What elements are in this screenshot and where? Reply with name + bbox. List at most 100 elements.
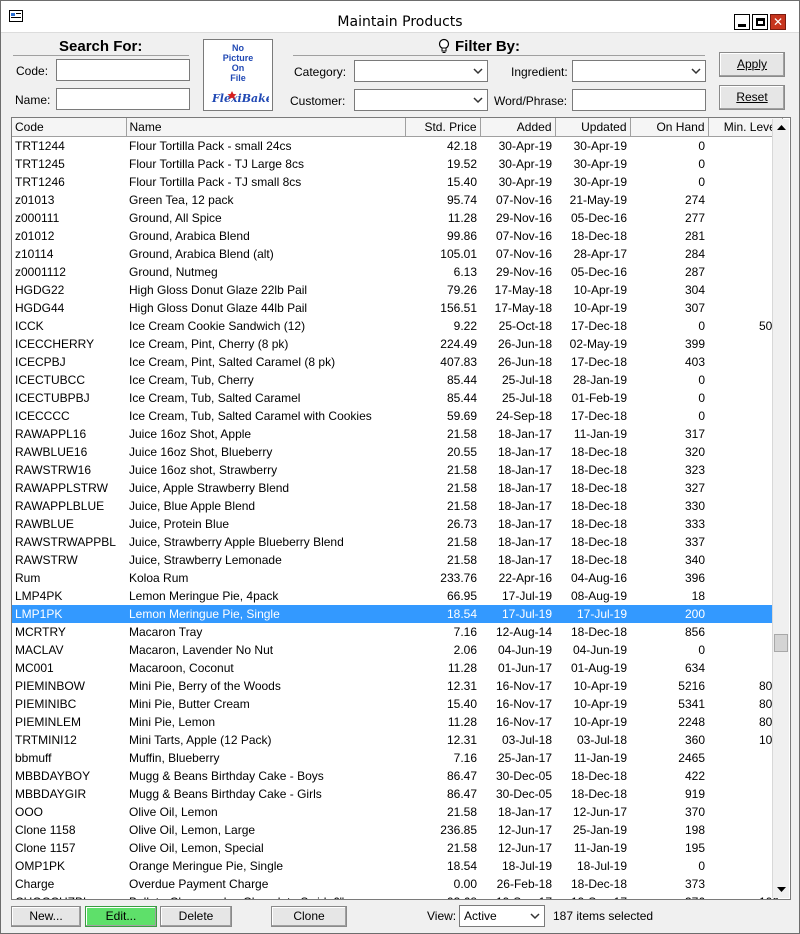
table-row[interactable]: TRTMINI12 Mini Tarts, Apple (12 Pack) 12.3… — [12, 731, 782, 749]
table-row[interactable]: RAWSTRWAPPBL Juice, Strawberry Apple Blue… — [12, 533, 782, 551]
table-cell: 0 — [708, 587, 782, 605]
table-row[interactable]: Rum Koloa Rum 233.76 22-Apr-16 04-Aug-16 3960 — [12, 569, 782, 587]
apply-button[interactable]: Apply — [719, 52, 785, 77]
table-row[interactable]: z0001112 Ground, Nutmeg 6.13 29-Nov-16 05-De… — [12, 263, 782, 281]
table-row[interactable]: OMP1PK Orange Meringue Pie, Single 18.54 18… — [12, 857, 782, 875]
table-row[interactable]: RAWAPPLSTRW Juice, Apple Strawberry Blend… — [12, 479, 782, 497]
delete-button[interactable]: Delete — [160, 906, 232, 927]
table-row[interactable]: ICECPBJ Ice Cream, Pint, Salted Caramel (… — [12, 353, 782, 371]
table-cell: 18-Dec-18 — [570, 498, 627, 513]
table-row[interactable]: ICCK Ice Cream Cookie Sandwich (12) 9.22 25… — [12, 317, 782, 335]
table-row[interactable]: RAWBLUE Juice, Protein Blue 26.73 18-Jan-17… — [12, 515, 782, 533]
table-row[interactable]: OOO Olive Oil, Lemon 21.58 18-Jan-17 12-Jun-… — [12, 803, 782, 821]
new-label: New... — [29, 909, 63, 923]
table-row[interactable]: RAWAPPL16 Juice 16oz Shot, Apple 21.58 18-J… — [12, 425, 782, 443]
table-cell: 18-Jan-17 — [497, 516, 552, 531]
table-cell: 195 — [684, 840, 705, 855]
table-row[interactable]: z10114 Ground, Arabica Blend (alt) 105.01 0… — [12, 245, 782, 263]
table-row[interactable]: MBBDAYBOY Mugg & Beans Birthday Cake - Bo… — [12, 767, 782, 785]
category-select[interactable] — [354, 60, 488, 82]
table-cell: Ground, Nutmeg — [129, 264, 218, 279]
name-input[interactable] — [56, 88, 190, 110]
table-row[interactable]: z01012 Ground, Arabica Blend 99.86 07-Nov-1… — [12, 227, 782, 245]
scroll-thumb[interactable] — [774, 634, 788, 652]
view-select[interactable]: Active — [459, 905, 545, 927]
table-row[interactable]: MC001 Macaroon, Coconut 11.28 01-Jun-17 01-A… — [12, 659, 782, 677]
table-row[interactable]: bbmuff Muffin, Blueberry 7.16 25-Jan-17 11-J… — [12, 749, 782, 767]
maximize-button[interactable] — [752, 14, 768, 30]
table-cell: Macaron, Lavender No Nut — [129, 642, 274, 657]
table-cell: 79.26 — [446, 282, 477, 297]
table-row[interactable]: Clone 1158 Olive Oil, Lemon, Large 236.85 1… — [12, 821, 782, 839]
table-cell: 233.76 — [440, 570, 477, 585]
table-cell: Mini Tarts, Apple (12 Pack) — [129, 732, 272, 747]
column-header[interactable]: Name — [126, 118, 406, 137]
product-picture[interactable]: No Picture On File FlexiBake — [203, 39, 273, 111]
code-input[interactable] — [56, 59, 190, 81]
table-row[interactable]: PIEMINIBC Mini Pie, Butter Cream 15.40 16-N… — [12, 695, 782, 713]
scroll-down-icon[interactable] — [773, 881, 790, 898]
search-divider — [13, 55, 189, 56]
new-button[interactable]: New... — [11, 906, 81, 927]
customer-select[interactable] — [354, 89, 488, 111]
table-cell: 15.40 — [446, 696, 477, 711]
table-cell: 7.16 — [453, 750, 477, 765]
table-cell: 403 — [684, 354, 705, 369]
table-row[interactable]: Clone 1157 Olive Oil, Lemon, Special 21.58… — [12, 839, 782, 857]
table-cell: 0 — [708, 407, 782, 425]
table-row[interactable]: ICECTUBCC Ice Cream, Tub, Cherry 85.44 25-J… — [12, 371, 782, 389]
table-cell: 0 — [698, 408, 705, 423]
table-row[interactable]: PIEMINLEM Mini Pie, Lemon 11.28 16-Nov-17 10… — [12, 713, 782, 731]
table-cell: OOO — [15, 804, 44, 819]
minimize-button[interactable] — [734, 14, 750, 30]
table-cell: z01012 — [15, 228, 55, 243]
column-header[interactable]: Added — [480, 118, 556, 137]
table-row[interactable]: HGDG44 High Gloss Donut Glaze 44lb Pail 15… — [12, 299, 782, 317]
table-cell: 86.47 — [446, 786, 477, 801]
table-cell: 10-Apr-19 — [573, 678, 627, 693]
table-cell: 2.06 — [453, 642, 477, 657]
products-table[interactable]: Code Name Std. Price Added Updated On Hand Min… — [11, 117, 791, 900]
reset-button[interactable]: Reset — [719, 85, 785, 110]
table-cell: 12-Jun-17 — [497, 840, 552, 855]
vertical-scrollbar[interactable] — [772, 119, 789, 898]
column-header[interactable]: Updated — [555, 118, 631, 137]
table-cell: 0 — [708, 245, 782, 263]
table-cell: 18-Jan-17 — [497, 534, 552, 549]
column-header[interactable]: On Hand — [630, 118, 709, 137]
column-header[interactable]: Code — [12, 118, 127, 137]
table-row[interactable]: RAWSTRW16 Juice 16oz shot, Strawberry 21.5… — [12, 461, 782, 479]
column-header[interactable]: Min. Level — [708, 118, 783, 137]
scroll-up-icon[interactable] — [773, 119, 790, 136]
column-header[interactable]: Std. Price — [405, 118, 481, 137]
table-row[interactable]: MBBDAYGIR Mugg & Beans Birthday Cake - Gi… — [12, 785, 782, 803]
table-row[interactable]: TRT1246 Flour Tortilla Pack - TJ small 8c… — [12, 173, 782, 191]
table-row[interactable]: Charge Overdue Payment Charge 0.00 26-Feb-1… — [12, 875, 782, 893]
table-row[interactable]: MACLAV Macaron, Lavender No Nut 2.06 04-Jun… — [12, 641, 782, 659]
table-cell: CHOCCHZBL — [12, 893, 126, 900]
table-row[interactable]: ICECCHERRY Ice Cream, Pint, Cherry (8 pk)… — [12, 335, 782, 353]
edit-button[interactable]: Edit... — [85, 906, 157, 927]
table-row[interactable]: RAWSTRW Juice, Strawberry Lemonade 21.58 18… — [12, 551, 782, 569]
table-cell: 0 — [708, 389, 782, 407]
table-row[interactable]: CHOCCHZBLBallet - Cheesecake, Chocolate … — [12, 893, 782, 900]
table-row[interactable]: z01013 Green Tea, 12 pack 95.74 07-Nov-16 21… — [12, 191, 782, 209]
ingredient-select[interactable] — [572, 60, 706, 82]
table-row[interactable]: MCRTRY Macaron Tray 7.16 12-Aug-14 18-Dec-18… — [12, 623, 782, 641]
table-cell: Ground, All Spice — [129, 210, 222, 225]
table-row[interactable]: LMP4PK Lemon Meringue Pie, 4pack 66.95 17-J… — [12, 587, 782, 605]
table-row[interactable]: LMP1PK Lemon Meringue Pie, Single 18.54 17-… — [12, 604, 782, 623]
products-table-body: Code Name Std. Price Added Updated On Hand Min… — [12, 118, 783, 900]
table-row[interactable]: ICECTUBPBJ Ice Cream, Tub, Salted Caramel… — [12, 389, 782, 407]
table-row[interactable]: RAWAPPLBLUE Juice, Blue Apple Blend 21.58 1… — [12, 497, 782, 515]
close-button[interactable]: ✕ — [770, 14, 786, 30]
table-row[interactable]: PIEMINBOW Mini Pie, Berry of the Woods 12.… — [12, 677, 782, 695]
word-phrase-input[interactable] — [572, 89, 706, 111]
table-row[interactable]: TRT1244 Flour Tortilla Pack - small 24cs 4… — [12, 136, 782, 155]
table-row[interactable]: TRT1245 Flour Tortilla Pack - TJ Large 8c… — [12, 155, 782, 173]
clone-button[interactable]: Clone — [271, 906, 347, 927]
table-row[interactable]: ICECCCC Ice Cream, Tub, Salted Caramel wi… — [12, 407, 782, 425]
table-row[interactable]: z000111 Ground, All Spice 11.28 29-Nov-16 05… — [12, 209, 782, 227]
table-row[interactable]: RAWBLUE16 Juice 16oz Shot, Blueberry 20.55… — [12, 443, 782, 461]
table-row[interactable]: HGDG22 High Gloss Donut Glaze 22lb Pail 79… — [12, 281, 782, 299]
